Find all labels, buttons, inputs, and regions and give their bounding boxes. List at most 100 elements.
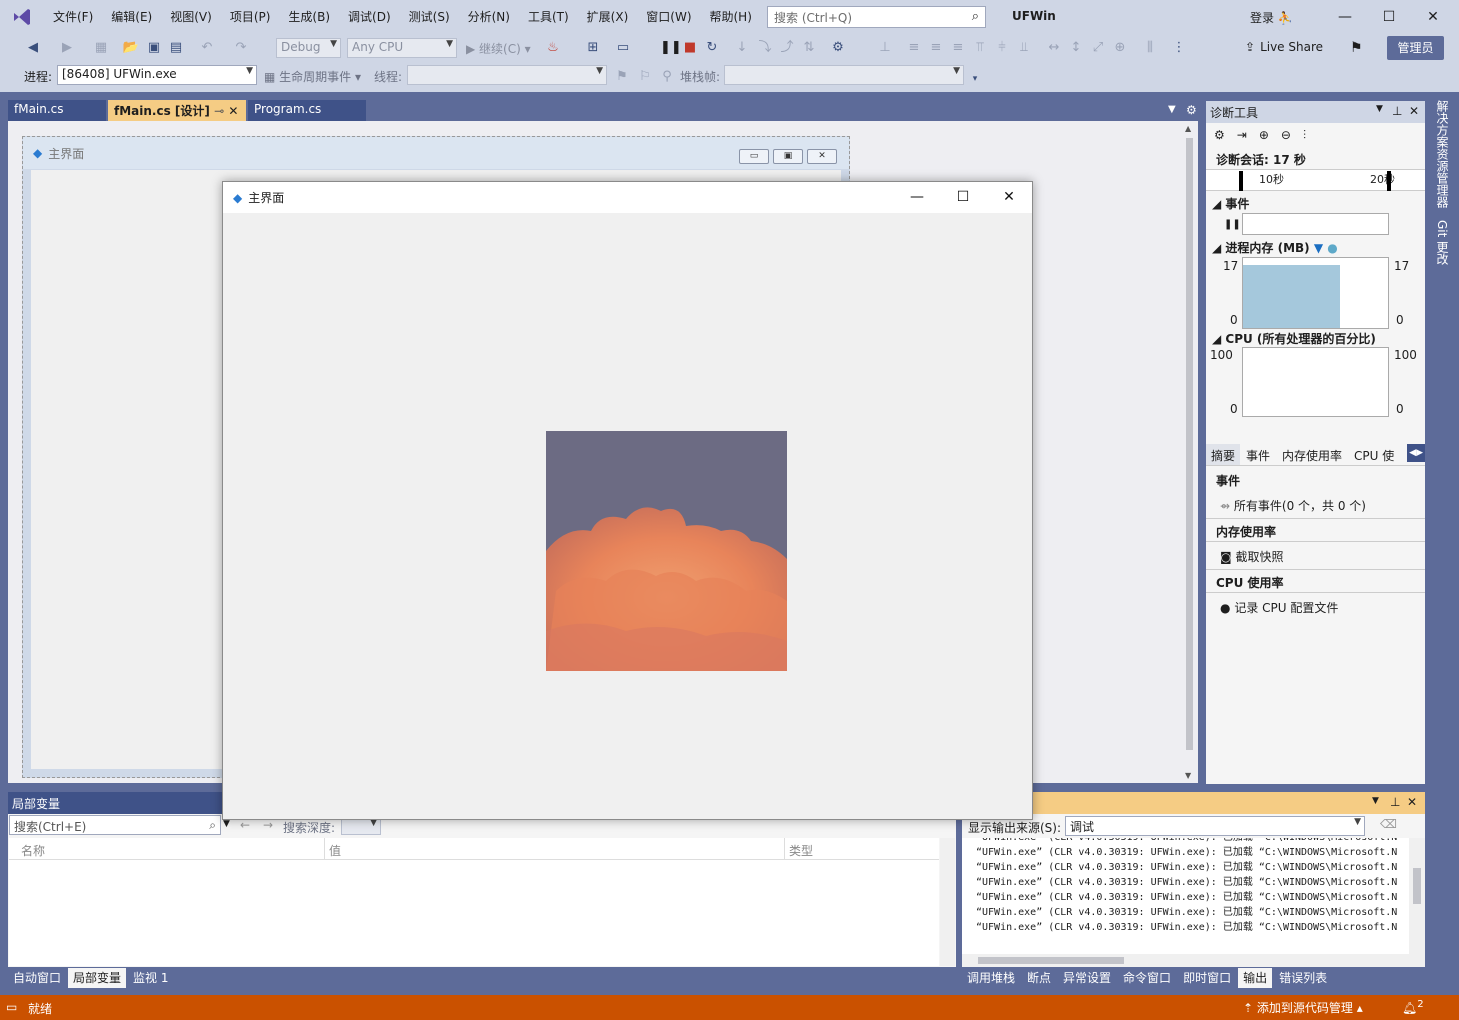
main-window-maximize-button[interactable]: ☐ bbox=[940, 182, 986, 213]
reset-zoom-icon[interactable]: ⫶ bbox=[1303, 128, 1306, 146]
bottom-tab[interactable]: 命令窗口 bbox=[1118, 968, 1176, 988]
vs-logo-icon[interactable] bbox=[0, 6, 44, 28]
menu-item[interactable]: 调试(D) bbox=[339, 0, 400, 34]
platform-combo[interactable]: Any CPU ▼ bbox=[347, 38, 457, 58]
output-source-combo[interactable]: 调试 ▼ bbox=[1065, 816, 1365, 836]
config-combo[interactable]: Debug ▼ bbox=[276, 38, 341, 58]
tab-fmain-cs[interactable]: fMain.cs bbox=[8, 100, 106, 121]
diagnostics-icon[interactable]: ⚙ bbox=[829, 39, 847, 57]
save-all-icon[interactable]: ▤ bbox=[167, 39, 185, 57]
layout-icon[interactable]: ▭ bbox=[614, 39, 632, 57]
timeline-end-marker[interactable] bbox=[1387, 171, 1391, 191]
flag-icon[interactable]: ⚑ bbox=[613, 68, 631, 86]
menu-item[interactable]: 项目(P) bbox=[221, 0, 280, 34]
output-menu-icon[interactable]: ▼ bbox=[1372, 796, 1379, 806]
feedback-icon[interactable]: ⚑ bbox=[1350, 40, 1363, 56]
live-share-button[interactable]: ⇪ Live Share bbox=[1245, 40, 1323, 54]
undo-icon[interactable]: ↶ bbox=[198, 39, 216, 57]
timeline-ruler[interactable]: 10秒 20秒 bbox=[1206, 169, 1425, 191]
zoom-out-icon[interactable]: ⊖ bbox=[1281, 128, 1291, 146]
new-item-icon[interactable]: ▦ bbox=[92, 39, 110, 57]
menu-item[interactable]: 窗口(W) bbox=[637, 0, 700, 34]
menu-item[interactable]: 编辑(E) bbox=[102, 0, 161, 34]
back-icon[interactable]: ◀ bbox=[24, 39, 42, 57]
menu-item[interactable]: 分析(N) bbox=[459, 0, 519, 34]
cpu-section[interactable]: ◢ CPU (所有处理器的百分比) bbox=[1212, 330, 1376, 347]
col-value[interactable]: 值 bbox=[329, 842, 341, 859]
zoom-in-icon[interactable]: ⊕ bbox=[1259, 128, 1269, 146]
open-folder-icon[interactable]: 📂 bbox=[122, 39, 140, 57]
subtab-scroll-icon[interactable]: ◀▶ bbox=[1407, 444, 1425, 462]
more-icon[interactable]: ⋮ bbox=[1170, 39, 1188, 57]
tab-settings-icon[interactable]: ⚙ bbox=[1186, 103, 1197, 117]
panel-close-icon[interactable]: ✕ bbox=[1409, 104, 1419, 118]
align-right-icon[interactable]: ≡ bbox=[949, 39, 967, 57]
step-over-icon[interactable]: ⤵ bbox=[756, 39, 774, 57]
record-cpu-button[interactable]: ● 记录 CPU 配置文件 bbox=[1220, 599, 1338, 616]
flag-all-icon[interactable]: ⚐ bbox=[636, 68, 654, 86]
menu-item[interactable]: 测试(S) bbox=[400, 0, 459, 34]
login-link[interactable]: 登录 ⛹ bbox=[1250, 9, 1293, 26]
locals-scrollbar[interactable] bbox=[940, 838, 955, 966]
designer-scrollbar[interactable]: ▲ ▼ bbox=[1183, 122, 1196, 782]
main-window-minimize-button[interactable]: — bbox=[894, 182, 940, 213]
save-icon[interactable]: ▣ bbox=[145, 39, 163, 57]
subtab-cpu[interactable]: CPU 使 bbox=[1348, 444, 1400, 465]
restart-icon[interactable]: ↻ bbox=[703, 39, 721, 57]
scroll-thumb[interactable] bbox=[1186, 138, 1193, 750]
hot-reload-icon[interactable]: ♨ bbox=[544, 39, 562, 57]
bottom-tab[interactable]: 局部变量 bbox=[68, 968, 127, 988]
scroll-up-icon[interactable]: ▲ bbox=[1185, 124, 1191, 133]
notifications-icon[interactable]: 🔔︎2 bbox=[1402, 999, 1424, 1015]
minimize-button[interactable]: — bbox=[1323, 0, 1367, 34]
align-left-icon[interactable]: ≡ bbox=[905, 39, 923, 57]
output-scroll-thumb[interactable] bbox=[1413, 868, 1421, 904]
stack-frame-combo[interactable]: ▼ bbox=[724, 65, 964, 85]
output-scrollbar[interactable] bbox=[1409, 838, 1425, 954]
browse-icon[interactable]: ⊞ bbox=[584, 39, 602, 57]
output-hscrollbar[interactable] bbox=[962, 954, 1425, 967]
lifecycle-events[interactable]: ▦ 生命周期事件 ▾ bbox=[264, 68, 361, 85]
menu-item[interactable]: 文件(F) bbox=[44, 0, 102, 34]
bottom-tab[interactable]: 自动窗口 bbox=[8, 968, 66, 988]
col-type[interactable]: 类型 bbox=[789, 842, 813, 859]
step-out-icon[interactable]: ⤴ bbox=[778, 39, 796, 57]
step-into-icon[interactable]: ↓ bbox=[733, 39, 751, 57]
memory-section[interactable]: ◢ 进程内存 (MB) ▼ ● bbox=[1212, 239, 1338, 256]
redo-icon[interactable]: ↷ bbox=[232, 39, 250, 57]
git-changes-tab[interactable]: Git 更改 bbox=[1434, 220, 1451, 265]
bottom-tab[interactable]: 监视 1 bbox=[128, 968, 173, 988]
bottom-tab[interactable]: 调用堆栈 bbox=[962, 968, 1020, 988]
show-next-icon[interactable]: ⇅ bbox=[800, 39, 818, 57]
align-middle-icon[interactable]: ⫩ bbox=[993, 39, 1011, 57]
pause-icon[interactable]: ❚❚ bbox=[660, 39, 682, 57]
tab-close-icon[interactable]: ✕ bbox=[228, 104, 238, 118]
tab-list-icon[interactable]: ▼ bbox=[1168, 104, 1176, 115]
continue-button[interactable]: ▶ 继续(C) ▾ bbox=[466, 40, 531, 57]
grid-icon[interactable]: ⊕ bbox=[1111, 39, 1129, 57]
tab-fmain-designer[interactable]: fMain.cs [设计] ⊸ ✕ bbox=[108, 100, 246, 121]
solution-explorer-tab[interactable]: 解决方案资源管理器 bbox=[1434, 100, 1451, 208]
panel-pin-icon[interactable]: ⊥ bbox=[1392, 104, 1402, 118]
take-snapshot-button[interactable]: ◙ 截取快照 bbox=[1220, 548, 1284, 565]
scroll-down-icon[interactable]: ▼ bbox=[1185, 771, 1191, 780]
subtab-summary[interactable]: 摘要 bbox=[1206, 444, 1241, 465]
align-icon[interactable]: ⊥ bbox=[876, 39, 894, 57]
process-combo[interactable]: [86408] UFWin.exe ▼ bbox=[57, 65, 257, 85]
source-control-button[interactable]: ⇡ 添加到源代码管理 ▴ bbox=[1243, 999, 1363, 1016]
spacing-icon[interactable]: ⫼ bbox=[1141, 39, 1159, 57]
menu-item[interactable]: 工具(T) bbox=[519, 0, 578, 34]
panel-menu-icon[interactable]: ▼ bbox=[1376, 104, 1383, 114]
output-pin-icon[interactable]: ⊥ bbox=[1390, 795, 1400, 809]
align-top-icon[interactable]: ⫪ bbox=[971, 39, 989, 57]
output-hscroll-thumb[interactable] bbox=[978, 957, 1124, 964]
locals-search-input[interactable]: 搜索(Ctrl+E) ⌕ bbox=[9, 815, 221, 835]
menu-item[interactable]: 帮助(H) bbox=[701, 0, 761, 34]
clear-output-icon[interactable]: ⌫ bbox=[1380, 817, 1397, 831]
locals-forward-icon[interactable]: → bbox=[263, 818, 273, 832]
output-close-icon[interactable]: ✕ bbox=[1407, 795, 1417, 809]
menu-item[interactable]: 扩展(X) bbox=[578, 0, 638, 34]
menu-item[interactable]: 视图(V) bbox=[161, 0, 221, 34]
bottom-tab[interactable]: 断点 bbox=[1022, 968, 1056, 988]
subtab-memory[interactable]: 内存使用率 bbox=[1276, 444, 1348, 465]
